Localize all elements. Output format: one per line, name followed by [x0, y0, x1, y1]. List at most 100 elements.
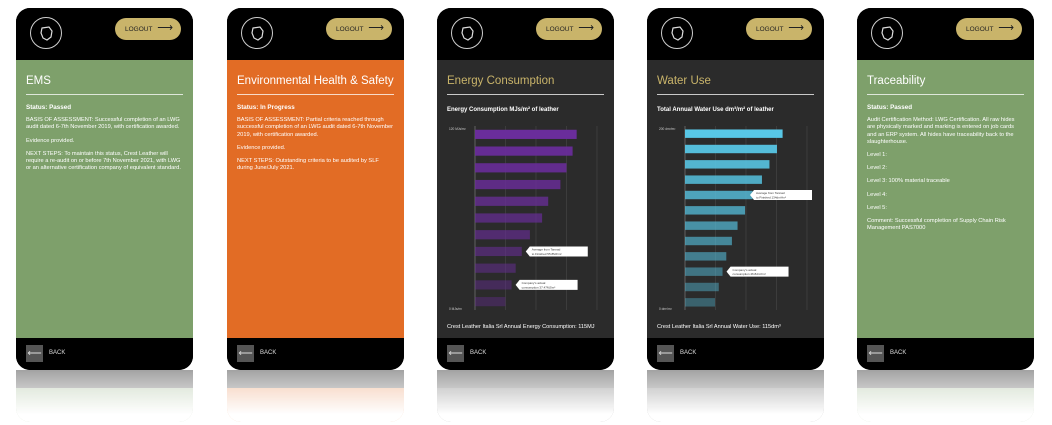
chart-annotation: Company's actualconsumption 37.47MJ/m²: [515, 279, 578, 290]
chart-bar: [475, 280, 512, 290]
sustainable-leather-logo: [451, 17, 483, 49]
bottom-bar: ⟵ BACK: [857, 338, 1034, 370]
status-text: Status: Passed: [867, 104, 913, 111]
top-bar: LOGOUT ⟶: [16, 8, 193, 60]
level-4: Level 4:: [867, 191, 887, 198]
logout-button[interactable]: LOGOUT ⟶: [746, 18, 812, 40]
water-panel: Water Use Total Annual Water Use dm³/m² …: [647, 60, 824, 338]
arrow-right-icon: ⟶: [998, 22, 1014, 34]
traceability-body: Status: Passed Audit Certification Metho…: [867, 104, 1024, 238]
back-arrow-icon[interactable]: ⟵: [26, 345, 43, 362]
next-steps-text: NEXT STEPS: Outstanding criteria to be a…: [237, 158, 379, 172]
logout-label: LOGOUT: [546, 25, 574, 33]
arrow-right-icon: ⟶: [157, 22, 173, 34]
chart-bar: [475, 146, 573, 156]
chart-footer: Crest Leather Italia Srl Annual Water Us…: [657, 324, 781, 330]
phone-ems: LOGOUT ⟶ EMS Status: Passed BASIS OF ASS…: [16, 8, 193, 370]
back-button[interactable]: BACK: [680, 350, 696, 356]
sustainable-leather-logo: [30, 17, 62, 49]
back-button[interactable]: BACK: [890, 350, 906, 356]
basis-text: BASIS OF ASSESSMENT: Partial criteria re…: [237, 117, 394, 138]
sustainable-leather-logo: [661, 17, 693, 49]
logout-button[interactable]: LOGOUT ⟶: [536, 18, 602, 40]
back-button[interactable]: BACK: [49, 350, 65, 356]
phone-reflection: [437, 370, 614, 422]
chart-bar: [685, 190, 753, 200]
chart-title: Energy Consumption MJs/m² of leather: [447, 107, 559, 113]
chart-bar: [475, 179, 561, 190]
chart-bar: [685, 144, 777, 154]
chart-bar: [685, 267, 723, 276]
chart-bar: [685, 298, 716, 307]
back-arrow-icon[interactable]: ⟵: [447, 345, 464, 362]
chart-bar: [685, 160, 770, 169]
sustainable-leather-logo: [241, 17, 273, 49]
chart-bar: [685, 282, 719, 292]
phone-water: LOGOUT ⟶ Water Use Total Annual Water Us…: [647, 8, 824, 370]
annotation-text: consumption 46.8dm³/m²: [733, 272, 766, 276]
level-5: Level 5:: [867, 204, 887, 211]
annotation-text: to Finished 55.8MJ/m²: [532, 252, 562, 256]
traceability-panel: Traceability Status: Passed Audit Certif…: [857, 60, 1034, 338]
chart-bar: [685, 175, 762, 184]
top-bar: LOGOUT ⟶: [227, 8, 404, 60]
page-title: EMS: [26, 70, 183, 95]
logout-label: LOGOUT: [125, 25, 153, 33]
back-arrow-icon[interactable]: ⟵: [867, 345, 884, 362]
logout-label: LOGOUT: [756, 25, 784, 33]
evidence-text: Evidence provided.: [26, 137, 75, 144]
chart-bar: [685, 236, 732, 246]
y-tick-label: 0 dm³/m²: [659, 307, 672, 311]
chart-bar: [685, 206, 746, 215]
logout-button[interactable]: LOGOUT ⟶: [326, 18, 392, 40]
top-bar: LOGOUT ⟶: [857, 8, 1034, 60]
chart-bar: [475, 196, 549, 206]
annotation-text: to Finished 134dm³/m²: [756, 195, 786, 199]
back-arrow-icon[interactable]: ⟵: [237, 345, 254, 362]
energy-panel: Energy Consumption Energy Consumption MJ…: [437, 60, 614, 338]
chart-annotation: Average from Tannadto Finished 134dm³/m²: [750, 190, 812, 200]
annotation-text: consumption 37.47MJ/m²: [522, 285, 556, 289]
next-steps-text: NEXT STEPS: To maintain this status, Cre…: [26, 150, 181, 172]
chart-bar: [475, 246, 522, 257]
back-button[interactable]: BACK: [470, 350, 486, 356]
level-3: Level 3: 100% material traceable: [867, 178, 950, 185]
bottom-bar: ⟵ BACK: [16, 338, 193, 370]
basis-text: BASIS OF ASSESSMENT: Successful completi…: [26, 117, 180, 131]
logout-button[interactable]: LOGOUT ⟶: [956, 18, 1022, 40]
arrow-right-icon: ⟶: [368, 22, 384, 34]
chart-bar: [475, 213, 543, 223]
status-text: Status: In Progress: [237, 104, 295, 111]
chart-bar: [475, 163, 567, 173]
evidence-text: Evidence provided.: [237, 144, 286, 151]
chart-bar: [475, 230, 530, 240]
comment-text: Comment: Successful completion of Supply…: [867, 218, 1006, 232]
chart-annotation: Average from Tannadto Finished 55.8MJ/m²: [525, 246, 588, 257]
arrow-right-icon: ⟶: [578, 22, 594, 34]
phone-reflection: [857, 370, 1034, 422]
chart-bar: [475, 129, 577, 139]
logout-label: LOGOUT: [966, 25, 994, 33]
energy-chart: 120 MJs/m² 0 MJs/m² Average from Tannadto …: [449, 126, 598, 311]
certification-text: Audit Certification Method: LWG Certific…: [867, 117, 1015, 145]
chart-bar: [685, 129, 783, 138]
level-2: Level 2:: [867, 165, 887, 172]
bottom-bar: ⟵ BACK: [227, 338, 404, 370]
back-button[interactable]: BACK: [260, 350, 276, 356]
ehs-panel: Environmental Health & Safety Status: In…: [227, 60, 404, 338]
y-tick-label: 200 dm³/m²: [659, 127, 675, 131]
back-arrow-icon[interactable]: ⟵: [657, 345, 674, 362]
page-title: Environmental Health & Safety: [237, 70, 394, 95]
top-bar: LOGOUT ⟶: [647, 8, 824, 60]
bottom-bar: ⟵ BACK: [437, 338, 614, 370]
page-title: Traceability: [867, 70, 1024, 95]
status-text: Status: Passed: [26, 104, 72, 111]
phone-ehs: LOGOUT ⟶ Environmental Health & Safety S…: [227, 8, 404, 370]
chart-title: Total Annual Water Use dm³/m² of leather: [657, 107, 774, 113]
logout-button[interactable]: LOGOUT ⟶: [115, 18, 181, 40]
phone-energy: LOGOUT ⟶ Energy Consumption Energy Consu…: [437, 8, 614, 370]
water-chart: 200 dm³/m² 0 dm³/m² Average from Tannadto …: [659, 126, 812, 311]
phone-reflection: [227, 370, 404, 422]
ems-body: Status: Passed BASIS OF ASSESSMENT: Succ…: [26, 104, 183, 178]
arrow-right-icon: ⟶: [788, 22, 804, 34]
